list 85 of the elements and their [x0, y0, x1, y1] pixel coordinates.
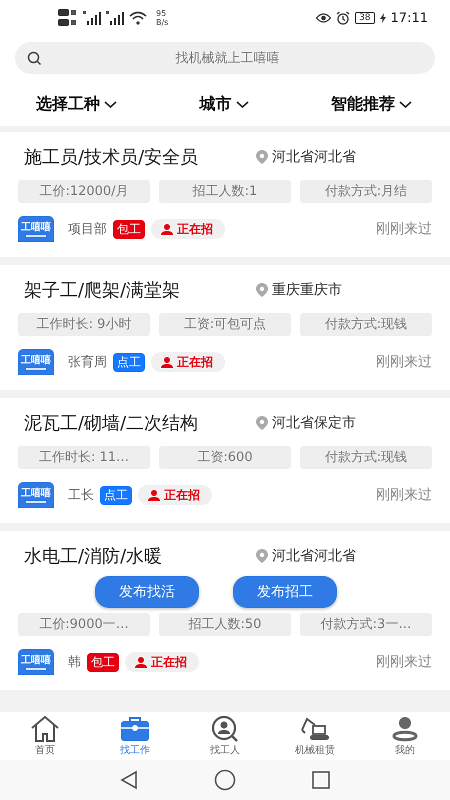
location-pin-icon: [256, 416, 268, 430]
publish-button[interactable]: 发布找活: [95, 576, 199, 608]
job-location: 河北省保定市: [272, 414, 356, 432]
wifi-icon: [129, 11, 147, 25]
filter-dropdown[interactable]: 智能推荐: [331, 94, 412, 114]
location-pin-icon: [256, 549, 268, 563]
caret-icon: [399, 100, 412, 108]
location-pin-icon: [256, 150, 268, 164]
recents-icon[interactable]: [311, 770, 331, 790]
job-title: 水电工/消防/水暖: [23, 545, 164, 568]
job-title: 施工员/技术员/安全员: [23, 146, 200, 169]
info-chip: 招工人数:50: [159, 613, 291, 636]
find-person-icon: [210, 716, 240, 742]
job-title: 架子工/爬架/满堂架: [23, 279, 182, 302]
search-bar[interactable]: 找机械就上工嘻嘻: [15, 42, 435, 74]
person-icon: [390, 716, 420, 742]
battery-level: 38: [355, 12, 375, 24]
job-card[interactable]: 泥瓦工/砌墙/二次结构 河北省保定市 工作时长: 11… 工资:600 付款方式:现钱 工嘻嘻 工长 点工 正在招 刚刚来过: [0, 398, 450, 523]
publish-button[interactable]: 发布招工: [233, 576, 337, 608]
info-chip: 付款方式:现钱: [300, 313, 432, 336]
caret-icon: [104, 100, 117, 108]
job-type-tag: 点工: [100, 486, 132, 504]
recruiting-status: 正在招: [177, 354, 213, 370]
caret-icon: [236, 100, 248, 108]
job-type-tag: 包工: [113, 220, 145, 238]
poster-name: 韩: [68, 654, 81, 671]
filter-dropdown[interactable]: 选择工种: [36, 94, 117, 114]
nav-tab[interactable]: 我的: [365, 716, 445, 756]
company-logo: 工嘻嘻: [18, 216, 54, 242]
location-pin-icon: [256, 283, 268, 297]
info-chip: 工作时长: 11…: [18, 446, 150, 469]
recruiting-status: 正在招: [164, 486, 200, 504]
speed-unit: B/s: [156, 18, 168, 27]
job-location: 河北省河北省: [272, 148, 356, 166]
filter-dropdown[interactable]: 城市: [200, 94, 248, 114]
job-type-tag: 点工: [113, 352, 145, 372]
home-circle-icon[interactable]: [214, 769, 236, 791]
eye-icon: [316, 13, 332, 23]
home-icon: [30, 716, 60, 742]
person-icon: [135, 656, 147, 668]
last-active-time: 刚刚来过: [376, 220, 432, 238]
alarm-icon: [336, 11, 350, 25]
info-chip: 付款方式:3一…: [300, 613, 432, 636]
nav-tab[interactable]: 找工人: [185, 716, 265, 756]
info-chip: 工作时长: 9小时: [18, 313, 150, 336]
job-title: 泥瓦工/砌墙/二次结构: [23, 412, 200, 435]
charging-icon: [380, 13, 386, 23]
poster-name: 张育周: [68, 354, 107, 371]
recruiting-status: 正在招: [151, 654, 187, 670]
nav-tab[interactable]: 找工作: [95, 716, 175, 756]
info-chip: 工资:可包可点: [159, 313, 291, 336]
info-chip: 付款方式:现钱: [300, 446, 432, 469]
sim-icon: [58, 8, 78, 28]
last-active-time: 刚刚来过: [376, 653, 432, 671]
job-location: 重庆重庆市: [272, 281, 342, 299]
clock-time: 17:11: [390, 10, 428, 26]
company-logo: 工嘻嘻: [18, 482, 54, 508]
search-icon: [27, 50, 42, 66]
info-chip: 付款方式:月结: [300, 180, 432, 203]
excavator-icon: [299, 716, 331, 742]
recruiting-status: 正在招: [177, 220, 213, 238]
company-logo: 工嘻嘻: [18, 649, 54, 675]
toolbox-icon: [120, 716, 150, 742]
signal-icon: [83, 11, 101, 25]
person-icon: [161, 223, 173, 235]
info-chip: 工价:12000/月: [18, 180, 150, 203]
poster-name: 项目部: [68, 221, 107, 238]
info-chip: 工价:9000一…: [18, 613, 150, 636]
nav-tab[interactable]: 机械租赁: [275, 716, 355, 756]
person-icon: [161, 356, 173, 368]
back-icon[interactable]: [119, 770, 139, 790]
job-card[interactable]: 架子工/爬架/满堂架 重庆重庆市 工作时长: 9小时 工资:可包可点 付款方式:现钱 工嘻嘻 张育周 点工 正在招 刚刚来过: [0, 265, 450, 390]
last-active-time: 刚刚来过: [376, 353, 432, 371]
signal-icon: [106, 11, 124, 25]
job-card[interactable]: 施工员/技术员/安全员 河北省河北省 工价:12000/月 招工人数:1 付款方式:月结 工嘻嘻 项目部 包工 正在招 刚刚来过: [0, 132, 450, 257]
info-chip: 工资:600: [159, 446, 291, 469]
speed-value: 95: [156, 9, 168, 18]
info-chip: 招工人数:1: [159, 180, 291, 203]
poster-name: 工长: [68, 487, 94, 504]
last-active-time: 刚刚来过: [376, 486, 432, 504]
job-type-tag: 包工: [87, 652, 119, 672]
nav-tab[interactable]: 首页: [5, 716, 85, 756]
person-icon: [148, 489, 160, 501]
job-location: 河北省河北省: [272, 547, 356, 565]
company-logo: 工嘻嘻: [18, 349, 54, 375]
